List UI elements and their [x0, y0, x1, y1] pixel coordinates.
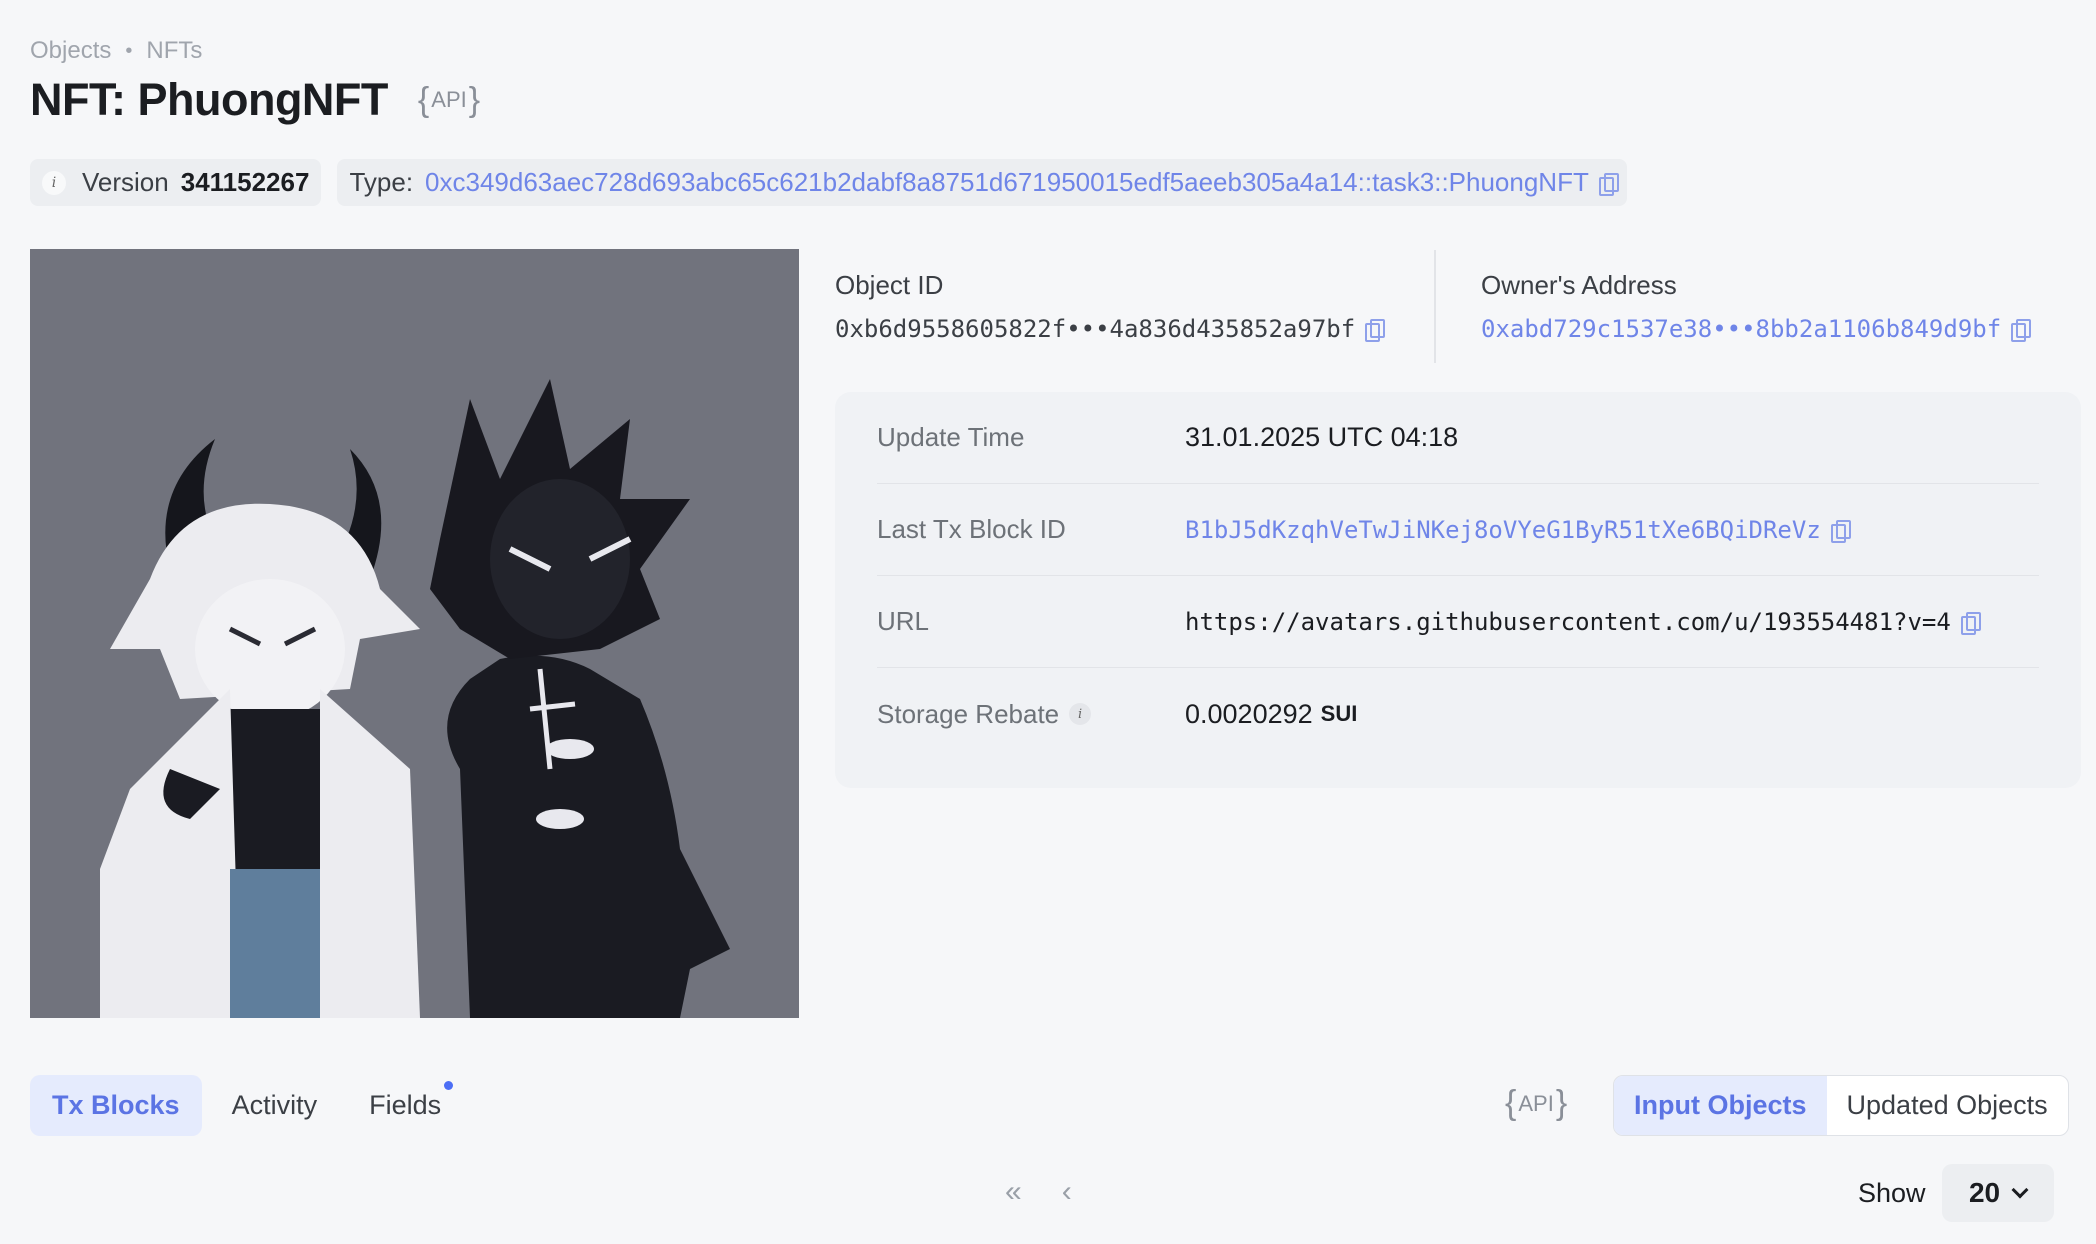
- url-label: URL: [877, 606, 930, 636]
- update-time-label: Update Time: [877, 422, 1025, 452]
- api-brace-close-icon: }: [468, 80, 481, 119]
- version-value: 341152267: [180, 167, 310, 197]
- meta-row: i Version 341152267 Type: 0xc349d63aec72…: [30, 159, 1627, 206]
- tab-fields-label: Fields: [369, 1090, 442, 1120]
- copy-icon[interactable]: [1598, 172, 1619, 196]
- copy-icon[interactable]: [1830, 519, 1851, 543]
- detail-row-storage-rebate: Storage Rebate i 0.0020292 SUI: [877, 668, 2039, 760]
- api-button[interactable]: { API }: [418, 81, 480, 120]
- owner-block: Owner's Address 0xabd729c1537e38•••8bb2a…: [1481, 270, 2032, 343]
- storage-rebate-label: Storage Rebate: [877, 698, 1060, 729]
- tab-activity[interactable]: Activity: [210, 1075, 340, 1136]
- title-row: NFT: PhuongNFT { API }: [30, 74, 480, 126]
- breadcrumb: Objects • NFTs: [30, 37, 202, 65]
- chevron-down-icon: [2011, 1181, 2029, 1199]
- tab-bar: Tx Blocks Activity Fields: [30, 1075, 463, 1136]
- detail-row-url: URL https://avatars.githubusercontent.co…: [877, 576, 2039, 668]
- detail-row-last-tx: Last Tx Block ID B1bJ5dKzqhVeTwJiNKej8oV…: [877, 484, 2039, 576]
- breadcrumb-separator: •: [125, 39, 133, 62]
- version-label: Version: [82, 167, 169, 197]
- version-chip: i Version 341152267: [30, 159, 322, 206]
- breadcrumb-objects[interactable]: Objects: [30, 37, 111, 65]
- info-icon[interactable]: i: [42, 170, 66, 195]
- tab-tx-blocks[interactable]: Tx Blocks: [30, 1075, 202, 1136]
- details-panel: Update Time 31.01.2025 UTC 04:18 Last Tx…: [835, 392, 2081, 788]
- nft-image[interactable]: [30, 249, 799, 1018]
- first-page-icon[interactable]: «: [1005, 1175, 1022, 1209]
- copy-icon[interactable]: [1365, 319, 1386, 342]
- nft-artwork: [30, 249, 799, 1018]
- divider: [1434, 250, 1436, 363]
- copy-icon[interactable]: [2011, 319, 2032, 342]
- api-brace-open-icon: {: [417, 80, 430, 119]
- last-tx-value: B1bJ5dKzqhVeTwJiNKej8oVYeG1ByR51tXe6BQiD…: [1185, 516, 1851, 544]
- update-time-value: 31.01.2025 UTC 04:18: [1185, 422, 1459, 452]
- show-label: Show: [1858, 1177, 1926, 1208]
- prev-page-icon[interactable]: ‹: [1062, 1175, 1072, 1209]
- url-text: https://avatars.githubusercontent.com/u/…: [1185, 607, 1951, 636]
- type-chip: Type: 0xc349d63aec728d693abc65c621b2dabf…: [337, 159, 1627, 206]
- object-id-value: 0xb6d9558605822f•••4a836d435852a97bf: [835, 315, 1386, 343]
- breadcrumb-nfts[interactable]: NFTs: [146, 37, 202, 65]
- objects-toggle: Input Objects Updated Objects: [1613, 1075, 2069, 1136]
- url-value: https://avatars.githubusercontent.com/u/…: [1185, 607, 1981, 636]
- object-id-label: Object ID: [835, 270, 944, 300]
- object-id-text: 0xb6d9558605822f•••4a836d435852a97bf: [835, 315, 1356, 343]
- detail-row-update-time: Update Time 31.01.2025 UTC 04:18: [877, 392, 2039, 484]
- owner-label: Owner's Address: [1481, 270, 1677, 300]
- api-button-secondary[interactable]: { API }: [1505, 1084, 1567, 1123]
- storage-rebate-unit: SUI: [1320, 701, 1358, 726]
- last-tx-link[interactable]: B1bJ5dKzqhVeTwJiNKej8oVYeG1ByR51tXe6BQiD…: [1185, 516, 1821, 544]
- page-size-control: Show 20: [1858, 1164, 2054, 1222]
- type-label: Type:: [349, 167, 414, 197]
- api-label: API: [1518, 1090, 1554, 1116]
- last-tx-label: Last Tx Block ID: [877, 514, 1066, 544]
- copy-icon[interactable]: [1960, 611, 1981, 635]
- type-link[interactable]: 0xc349d63aec728d693abc65c621b2dabf8a8751…: [425, 167, 1589, 198]
- api-brace-open-icon: {: [1505, 1084, 1517, 1122]
- notification-dot: [444, 1081, 454, 1090]
- page-size-select[interactable]: 20: [1941, 1164, 2054, 1222]
- input-objects-button[interactable]: Input Objects: [1614, 1076, 1827, 1135]
- storage-rebate-amount: 0.0020292: [1185, 698, 1313, 729]
- page-title: NFT: PhuongNFT: [30, 74, 388, 125]
- api-brace-close-icon: }: [1555, 1084, 1568, 1122]
- object-id-block: Object ID 0xb6d9558605822f•••4a836d43585…: [835, 270, 1386, 343]
- tab-fields[interactable]: Fields: [347, 1075, 463, 1136]
- storage-rebate-label-wrap: Storage Rebate i: [877, 699, 1185, 730]
- page-size-value: 20: [1968, 1177, 2001, 1208]
- updated-objects-button[interactable]: Updated Objects: [1827, 1076, 2068, 1135]
- api-label: API: [431, 87, 467, 112]
- storage-rebate-value: 0.0020292 SUI: [1185, 699, 1357, 730]
- owner-address-link[interactable]: 0xabd729c1537e38•••8bb2a1106b849d9bf: [1481, 315, 2001, 343]
- info-icon[interactable]: i: [1069, 703, 1092, 725]
- owner-address: 0xabd729c1537e38•••8bb2a1106b849d9bf: [1481, 315, 2032, 343]
- pagination: « ‹: [1005, 1175, 1072, 1209]
